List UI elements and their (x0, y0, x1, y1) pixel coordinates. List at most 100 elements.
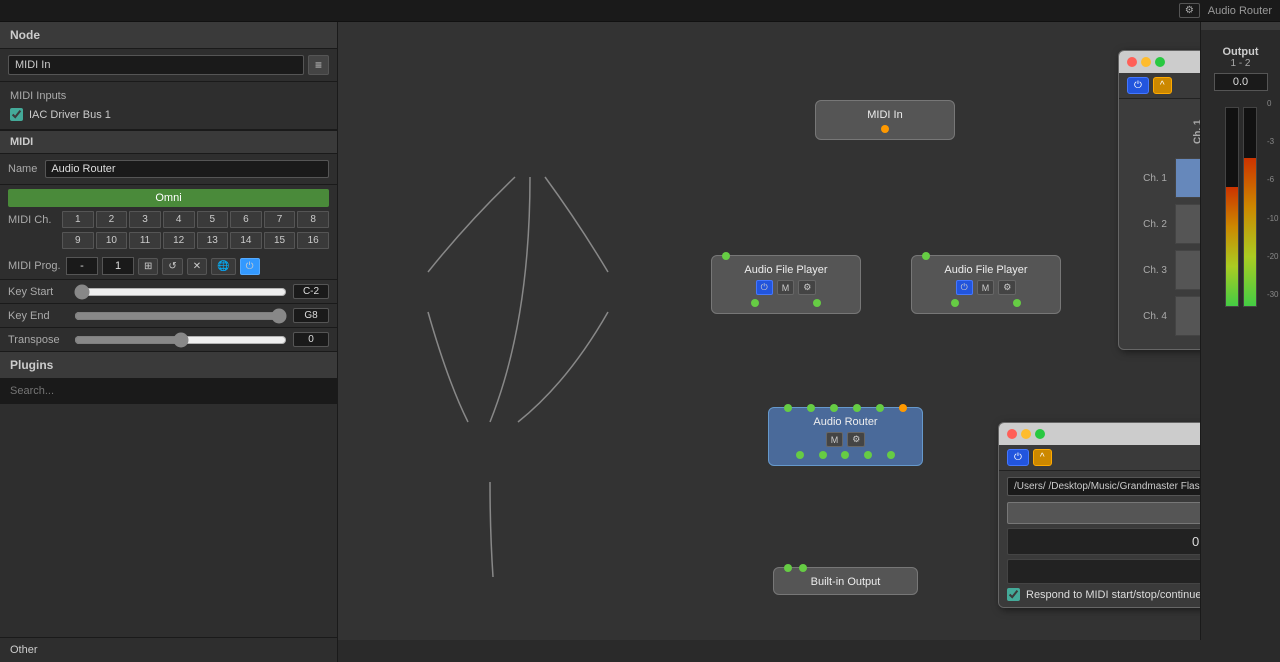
transpose-label: Transpose (8, 334, 68, 346)
afp-window-close[interactable] (1007, 429, 1017, 439)
afp-midi-row: Respond to MIDI start/stop/continue (1007, 588, 1200, 601)
midi-ch-1[interactable]: 1 (62, 211, 94, 228)
afp1-power-btn[interactable]: ⏻ (756, 280, 773, 295)
midi-ch-10[interactable]: 10 (96, 232, 128, 249)
audio-file-player-2-node[interactable]: Audio File Player ⏻ M ⚙ (911, 255, 1061, 314)
ar-controls: M ⚙ (781, 432, 910, 447)
node-select-row: MIDI In ≡ (0, 49, 337, 82)
afp-caret-btn[interactable]: ^ (1033, 449, 1052, 466)
ar-out-dot-1 (796, 451, 804, 459)
midi-ch-14[interactable]: 14 (230, 232, 262, 249)
ar-col-1: Ch. 1 (1175, 109, 1200, 155)
afp-path-row: /Users/ /Desktop/Music/Grandmaster Flash… (1007, 477, 1200, 496)
midi-prog-dash[interactable] (66, 257, 98, 275)
midi-inputs-title: MIDI Inputs (10, 90, 327, 102)
midi-prog-refresh-btn[interactable]: ↺ (162, 258, 182, 275)
key-end-slider[interactable] (74, 309, 287, 323)
midi-ch-section: MIDI Ch. 1 2 3 4 5 6 7 8 9 10 11 (0, 207, 337, 253)
ar-window-toolbar: ⏻ ^ n (1119, 73, 1200, 99)
midi-ch-4[interactable]: 4 (163, 211, 195, 228)
ar-cell-4-1[interactable] (1175, 296, 1200, 336)
iac-driver-label: IAC Driver Bus 1 (29, 109, 111, 121)
iac-driver-checkbox-row[interactable]: IAC Driver Bus 1 (10, 108, 327, 121)
app-title: Audio Router (1208, 5, 1272, 17)
midi-in-output-dot (881, 125, 889, 133)
midi-prog-power-btn[interactable]: ⏻ (240, 258, 260, 275)
midi-ch-13[interactable]: 13 (197, 232, 229, 249)
afp-window-minimize[interactable] (1021, 429, 1031, 439)
audio-file-player-1-node[interactable]: Audio File Player ⏻ M ⚙ (711, 255, 861, 314)
plugins-search[interactable] (0, 379, 337, 404)
ar-power-btn[interactable]: ⏻ (1127, 77, 1149, 94)
node-dropdown[interactable]: MIDI In (8, 55, 304, 75)
midi-ch-16[interactable]: 16 (297, 232, 329, 249)
midi-prog-copy-btn[interactable]: ⊞ (138, 258, 158, 275)
midi-ch-15[interactable]: 15 (264, 232, 296, 249)
midi-ch-9[interactable]: 9 (62, 232, 94, 249)
ar-row-1-label: Ch. 1 (1129, 155, 1175, 201)
built-in-output-node[interactable]: Built-in Output (773, 567, 918, 595)
midi-ch-3[interactable]: 3 (129, 211, 161, 228)
afp2-label: Audio File Player (944, 264, 1027, 276)
afp1-out-dot-1 (751, 299, 759, 307)
midi-ch-11[interactable]: 11 (129, 232, 161, 249)
afp2-out-dot-2 (1013, 299, 1021, 307)
midi-ch-5[interactable]: 5 (197, 211, 229, 228)
midi-in-node[interactable]: MIDI In (815, 100, 955, 140)
audio-router-node[interactable]: Audio Router M ⚙ (768, 407, 923, 466)
afp1-gear-btn[interactable]: ⚙ (798, 280, 816, 295)
settings-icon-btn[interactable]: ⚙ (1179, 3, 1200, 18)
afp-midi-checkbox[interactable] (1007, 588, 1020, 601)
afp1-out-dot-2 (813, 299, 821, 307)
ar-window-maximize[interactable] (1155, 57, 1165, 67)
key-end-label: Key End (8, 310, 68, 322)
midi-prog-delete-btn[interactable]: ✕ (187, 258, 207, 275)
name-input[interactable] (45, 160, 329, 178)
other-section-label: Other (0, 637, 337, 662)
ar-window-close[interactable] (1127, 57, 1137, 67)
ar-caret-btn[interactable]: ^ (1153, 77, 1172, 94)
afp-window-title: Audio File Player (1049, 427, 1200, 441)
ar-grid: Ch. 1 Ch. 2 Ch. 3 Ch. 4 Ch. 1 (1119, 99, 1200, 349)
afp2-power-btn[interactable]: ⏻ (956, 280, 973, 295)
iac-driver-checkbox[interactable] (10, 108, 23, 121)
afp-window-titlebar: Audio File Player (999, 423, 1200, 445)
midi-prog-value[interactable] (102, 257, 134, 275)
afp2-m-btn[interactable]: M (977, 280, 995, 295)
ar-out-dot-5 (887, 451, 895, 459)
afp1-m-btn[interactable]: M (777, 280, 795, 295)
midi-section-header: MIDI (0, 130, 337, 154)
afp-power-btn[interactable]: ⏻ (1007, 449, 1029, 466)
key-start-row: Key Start C-2 (0, 280, 337, 304)
ar-m-btn[interactable]: M (826, 432, 844, 447)
midi-ch-6[interactable]: 6 (230, 211, 262, 228)
omni-button[interactable]: Omni (8, 189, 329, 207)
midi-prog-globe-btn[interactable]: 🌐 (211, 258, 235, 275)
meter-left-fill (1226, 187, 1238, 306)
midi-ch-2[interactable]: 2 (96, 211, 128, 228)
ar-cell-2-1[interactable] (1175, 204, 1200, 244)
ar-window-minimize[interactable] (1141, 57, 1151, 67)
right-panel: Output 1 - 2 0.0 0 -3 -6 (1200, 22, 1280, 640)
plugins-header: Plugins (0, 352, 337, 379)
ar-gear-btn[interactable]: ⚙ (847, 432, 865, 447)
afp1-in-dot (722, 252, 730, 260)
midi-prog-row: MIDI Prog. ⊞ ↺ ✕ 🌐 ⏻ (0, 253, 337, 280)
hamburger-button[interactable]: ≡ (308, 55, 329, 75)
midi-ch-8[interactable]: 8 (297, 211, 329, 228)
afp-pause-button[interactable]: Pause (1007, 502, 1200, 524)
afp2-in-dot (922, 252, 930, 260)
ar-cell-1-1[interactable] (1175, 158, 1200, 198)
afp-window-maximize[interactable] (1035, 429, 1045, 439)
midi-ch-12[interactable]: 12 (163, 232, 195, 249)
key-start-slider[interactable] (74, 285, 287, 299)
right-panel-header (1201, 22, 1280, 30)
afp-midi-label: Respond to MIDI start/stop/continue (1026, 589, 1200, 601)
midi-ch-label: MIDI Ch. (8, 214, 62, 226)
afp2-gear-btn[interactable]: ⚙ (998, 280, 1016, 295)
bio-in-dot-1 (784, 564, 792, 572)
midi-ch-7[interactable]: 7 (264, 211, 296, 228)
key-start-value: C-2 (293, 284, 329, 299)
ar-cell-3-1[interactable] (1175, 250, 1200, 290)
transpose-slider[interactable] (74, 333, 287, 347)
